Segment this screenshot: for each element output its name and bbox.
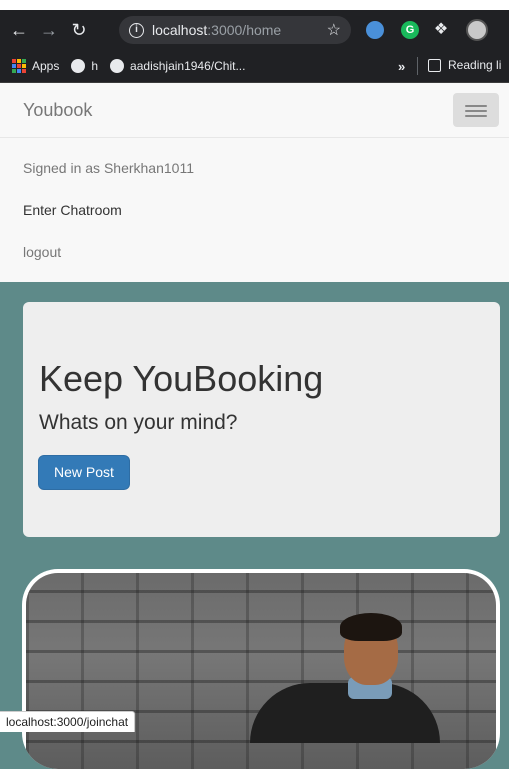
site-info-icon[interactable]: i [129,22,144,38]
bookmark-label: h [91,59,99,73]
link-status-bubble: localhost:3000/joinchat [0,711,136,732]
page-subtitle: Whats on your mind? [39,411,238,434]
browser-toolbar: ← → ↻ i localhost:3000/home ☆ G ❖ [0,10,509,50]
back-arrow-icon[interactable]: ← [8,19,30,41]
profile-avatar[interactable] [466,19,488,41]
bookmark-h[interactable]: h [71,59,98,73]
address-url[interactable]: localhost:3000/home [152,22,281,38]
enter-chatroom-link[interactable]: Enter Chatroom [23,202,122,218]
extension-blue-icon[interactable] [366,21,384,39]
url-host: localhost [152,22,208,38]
profile-photo [26,573,496,769]
navbar-brand[interactable]: Youbook [23,100,92,121]
reading-list-icon [428,58,441,72]
grammarly-icon[interactable]: G [401,21,419,39]
hamburger-bar [465,110,487,112]
globe-icon [71,59,86,73]
bookmarks-bar: Apps h aadishjain1946/Chit... » Reading … [0,50,509,83]
cutoff-text-strip [0,0,509,10]
navbar-toggle-button[interactable] [453,93,499,127]
signed-in-text: Signed in as Sherkhan1011 [23,160,194,176]
url-path: :3000/home [207,22,282,38]
navbar-collapse-menu: Signed in as Sherkhan1011 Enter Chatroom… [0,138,509,282]
hamburger-bar [465,115,487,117]
bookmarks-divider [417,57,418,75]
page-title: Keep YouBooking [39,358,324,399]
logout-link[interactable]: logout [23,244,61,260]
bookmark-label: Apps [32,59,60,73]
forward-arrow-icon[interactable]: → [38,19,60,41]
hamburger-bar [465,105,487,107]
extensions-puzzle-icon[interactable]: ❖ [432,21,450,39]
bookmarks-overflow-icon[interactable]: » [398,59,405,74]
apps-grid-icon [12,59,26,73]
reading-list-label: Reading li [448,58,502,72]
reading-list[interactable]: Reading li [428,58,501,72]
photo-person-hair [340,613,402,641]
reload-icon[interactable]: ↻ [68,19,90,41]
new-post-button[interactable]: New Post [38,455,130,490]
address-bar[interactable]: i localhost:3000/home ☆ [119,16,351,44]
bookmark-star-icon[interactable]: ☆ [327,20,341,40]
github-icon [110,59,125,73]
site-navbar: Youbook [0,83,509,138]
bookmark-apps[interactable]: Apps [12,59,59,73]
bookmark-github[interactable]: aadishjain1946/Chit... [110,59,245,73]
photo-person-body [250,683,440,743]
profile-photo-card [22,569,500,769]
bookmark-label: aadishjain1946/Chit... [130,59,246,73]
jumbotron: Keep YouBooking Whats on your mind? New … [23,302,500,537]
